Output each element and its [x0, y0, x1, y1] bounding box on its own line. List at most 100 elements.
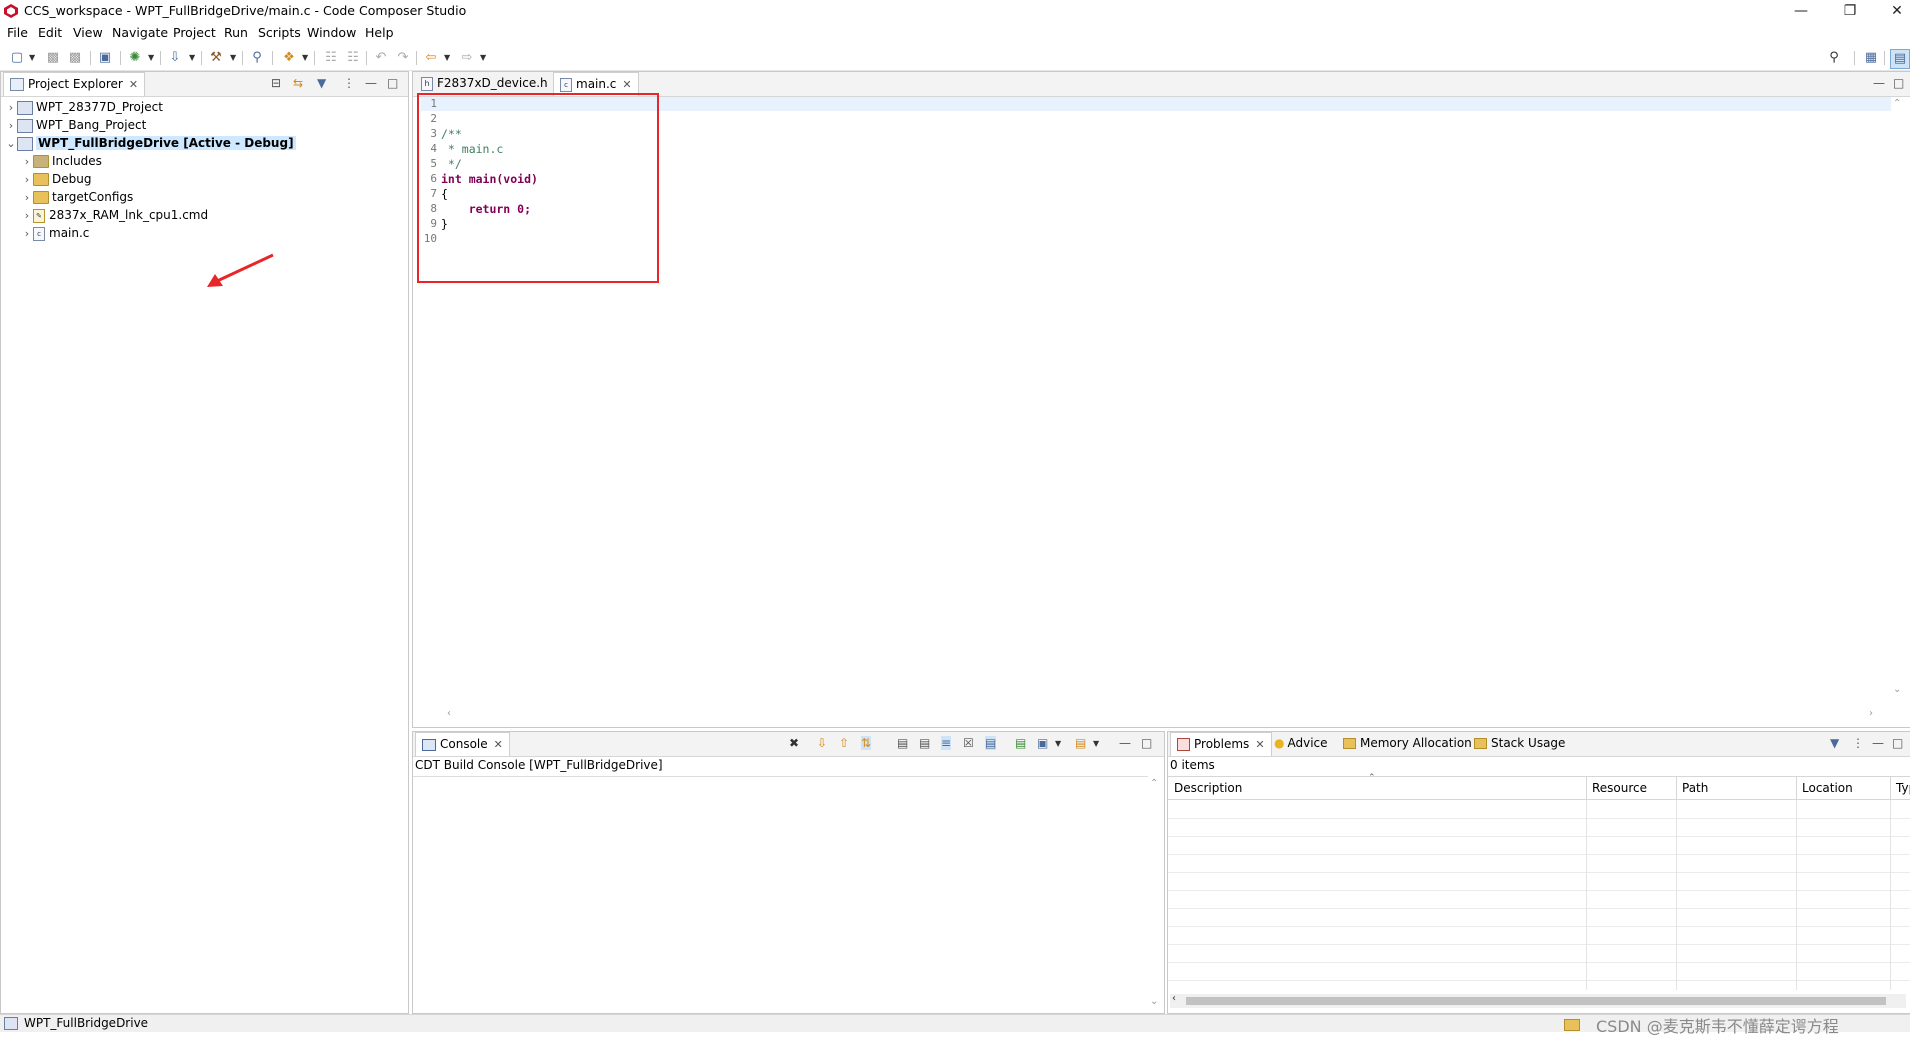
show-console-icon[interactable]: ▤: [985, 736, 997, 750]
load-icon[interactable]: ⇩: [166, 49, 184, 67]
external-tools-icon[interactable]: ❖: [280, 49, 298, 67]
back-icon[interactable]: ⇦: [422, 49, 440, 67]
back-dropdown-icon[interactable]: ▼: [444, 49, 450, 67]
minimize-view-icon[interactable]: —: [365, 76, 377, 90]
tree-item-main-c[interactable]: › c main.c: [21, 224, 89, 242]
minimize-button[interactable]: —: [1781, 2, 1821, 20]
close-tab-icon[interactable]: ✕: [1255, 738, 1264, 751]
view-menu-icon[interactable]: ⋮: [343, 76, 355, 90]
word-wrap-icon[interactable]: ≡: [941, 736, 952, 750]
display-console-icon[interactable]: ▤: [1015, 736, 1026, 750]
maximize-view-icon[interactable]: □: [1141, 736, 1152, 750]
new-icon[interactable]: ▢: [8, 49, 26, 67]
tab-stack-usage[interactable]: Stack Usage: [1468, 732, 1571, 755]
close-tab-icon[interactable]: ✕: [622, 78, 631, 91]
debug-dropdown-icon[interactable]: ▼: [148, 49, 154, 67]
close-tab-icon[interactable]: ✕: [494, 738, 503, 751]
open-perspective-icon[interactable]: ▦: [1862, 49, 1880, 67]
search-icon[interactable]: ⚲: [1825, 49, 1843, 67]
maximize-editor-icon[interactable]: □: [1893, 76, 1904, 90]
new-console-dropdown-icon[interactable]: ▼: [1093, 735, 1099, 753]
open-console-icon[interactable]: ▣: [1037, 736, 1048, 750]
scrollbar-thumb[interactable]: [1186, 997, 1886, 1005]
tree-item-debug[interactable]: › Debug: [21, 170, 91, 188]
tab-console[interactable]: Console ✕: [415, 732, 510, 756]
restore-button[interactable]: ❐: [1830, 2, 1870, 20]
menu-file[interactable]: File: [7, 25, 28, 40]
prev-error-icon[interactable]: ⇧: [839, 736, 849, 750]
minimize-view-icon[interactable]: —: [1872, 736, 1884, 750]
tree-item-targetconfigs[interactable]: › targetConfigs: [21, 188, 133, 206]
tab-project-explorer[interactable]: Project Explorer ✕: [3, 72, 146, 96]
chevron-right-icon[interactable]: ›: [21, 171, 33, 189]
tree-item-wpt-28377d[interactable]: › WPT_28377D_Project: [5, 98, 163, 116]
menu-view[interactable]: View: [73, 25, 103, 40]
menu-help[interactable]: Help: [365, 25, 394, 40]
minimize-editor-icon[interactable]: —: [1873, 76, 1885, 90]
menu-window[interactable]: Window: [307, 25, 356, 40]
new-dropdown-icon[interactable]: ▼: [29, 49, 35, 67]
ccs-edit-perspective-icon[interactable]: ▤: [1890, 49, 1910, 69]
chevron-down-icon[interactable]: ⌄: [5, 135, 17, 153]
chevron-right-icon[interactable]: ›: [5, 117, 17, 135]
maximize-view-icon[interactable]: □: [387, 76, 398, 90]
remove-launch-icon[interactable]: ☒: [963, 736, 974, 750]
tree-item-wpt-bang[interactable]: › WPT_Bang_Project: [5, 116, 146, 134]
console-vertical-scrollbar[interactable]: ⌃ ⌄: [1148, 778, 1162, 1010]
view-menu-icon[interactable]: ⋮: [1852, 736, 1864, 750]
clear-console-icon[interactable]: ✖: [789, 736, 799, 750]
maximize-view-icon[interactable]: □: [1892, 736, 1903, 750]
collapse-all-icon[interactable]: ⊟: [271, 76, 281, 90]
chevron-right-icon[interactable]: ›: [21, 207, 33, 225]
pin-console-icon[interactable]: ▤: [919, 736, 930, 750]
chevron-right-icon[interactable]: ›: [5, 99, 17, 117]
open-console-dropdown-icon[interactable]: ▼: [1055, 735, 1061, 753]
close-tab-icon[interactable]: ✕: [129, 78, 138, 91]
forward-icon[interactable]: ⇨: [458, 49, 476, 67]
column-path[interactable]: Path: [1676, 777, 1797, 799]
chevron-right-icon[interactable]: ›: [21, 225, 33, 243]
tab-f2837xd-device-h[interactable]: h F2837xD_device.h: [415, 72, 554, 95]
scroll-lock-icon[interactable]: ⇅: [861, 736, 872, 750]
column-location[interactable]: Location: [1796, 777, 1891, 799]
menu-edit[interactable]: Edit: [38, 25, 62, 40]
next-error-icon[interactable]: ⇩: [817, 736, 827, 750]
build-dropdown-icon[interactable]: ▼: [230, 49, 236, 67]
load-dropdown-icon[interactable]: ▼: [189, 49, 195, 67]
tree-item-wpt-fullbridgedrive[interactable]: ⌄ WPT_FullBridgeDrive [Active - Debug]: [5, 134, 296, 152]
forward-dropdown-icon[interactable]: ▼: [480, 49, 486, 67]
forward-edit-icon[interactable]: ↷: [394, 49, 412, 67]
save-all-icon[interactable]: ▩: [66, 49, 84, 67]
link-with-editor-icon[interactable]: ⇆: [293, 76, 303, 90]
menu-project[interactable]: Project: [173, 25, 216, 40]
filter-icon[interactable]: ▼: [1830, 736, 1839, 750]
debug-icon[interactable]: ✺: [126, 49, 144, 67]
close-button[interactable]: ✕: [1877, 2, 1910, 20]
filter-icon[interactable]: ▼: [317, 76, 326, 90]
last-edit-icon[interactable]: ↶: [372, 49, 390, 67]
vertical-scrollbar[interactable]: ⌃ ⌄: [1891, 98, 1905, 698]
terminal-icon[interactable]: ▣: [96, 49, 114, 67]
external-tools-dropdown-icon[interactable]: ▼: [302, 49, 308, 67]
menu-scripts[interactable]: Scripts: [258, 25, 301, 40]
problems-horizontal-scrollbar[interactable]: ‹: [1170, 993, 1906, 1008]
minimize-view-icon[interactable]: —: [1119, 736, 1131, 750]
tab-advice[interactable]: ● Advice: [1268, 732, 1334, 755]
column-description[interactable]: Description: [1168, 777, 1587, 799]
horizontal-scrollbar[interactable]: ‹ ›: [443, 708, 1883, 722]
new-console-icon[interactable]: ▤: [1075, 736, 1086, 750]
build-hammer-icon[interactable]: ⚒: [207, 49, 225, 67]
search-tool-icon[interactable]: ⚲: [248, 49, 266, 67]
menu-run[interactable]: Run: [224, 25, 248, 40]
menu-navigate[interactable]: Navigate: [112, 25, 168, 40]
column-resource[interactable]: Resource: [1586, 777, 1677, 799]
chevron-right-icon[interactable]: ›: [21, 153, 33, 171]
tree-item-includes[interactable]: › Includes: [21, 152, 102, 170]
save-icon[interactable]: ▩: [44, 49, 62, 67]
prev-annotation-icon[interactable]: ☷: [344, 49, 362, 67]
tab-memory-allocation[interactable]: Memory Allocation: [1337, 732, 1478, 755]
next-annotation-icon[interactable]: ☷: [322, 49, 340, 67]
column-type[interactable]: Type: [1890, 777, 1910, 799]
chevron-right-icon[interactable]: ›: [21, 189, 33, 207]
code-editor[interactable]: 1 2 3 4 5 6 7 8 9 10 /** * main.c */ int…: [417, 93, 1891, 692]
